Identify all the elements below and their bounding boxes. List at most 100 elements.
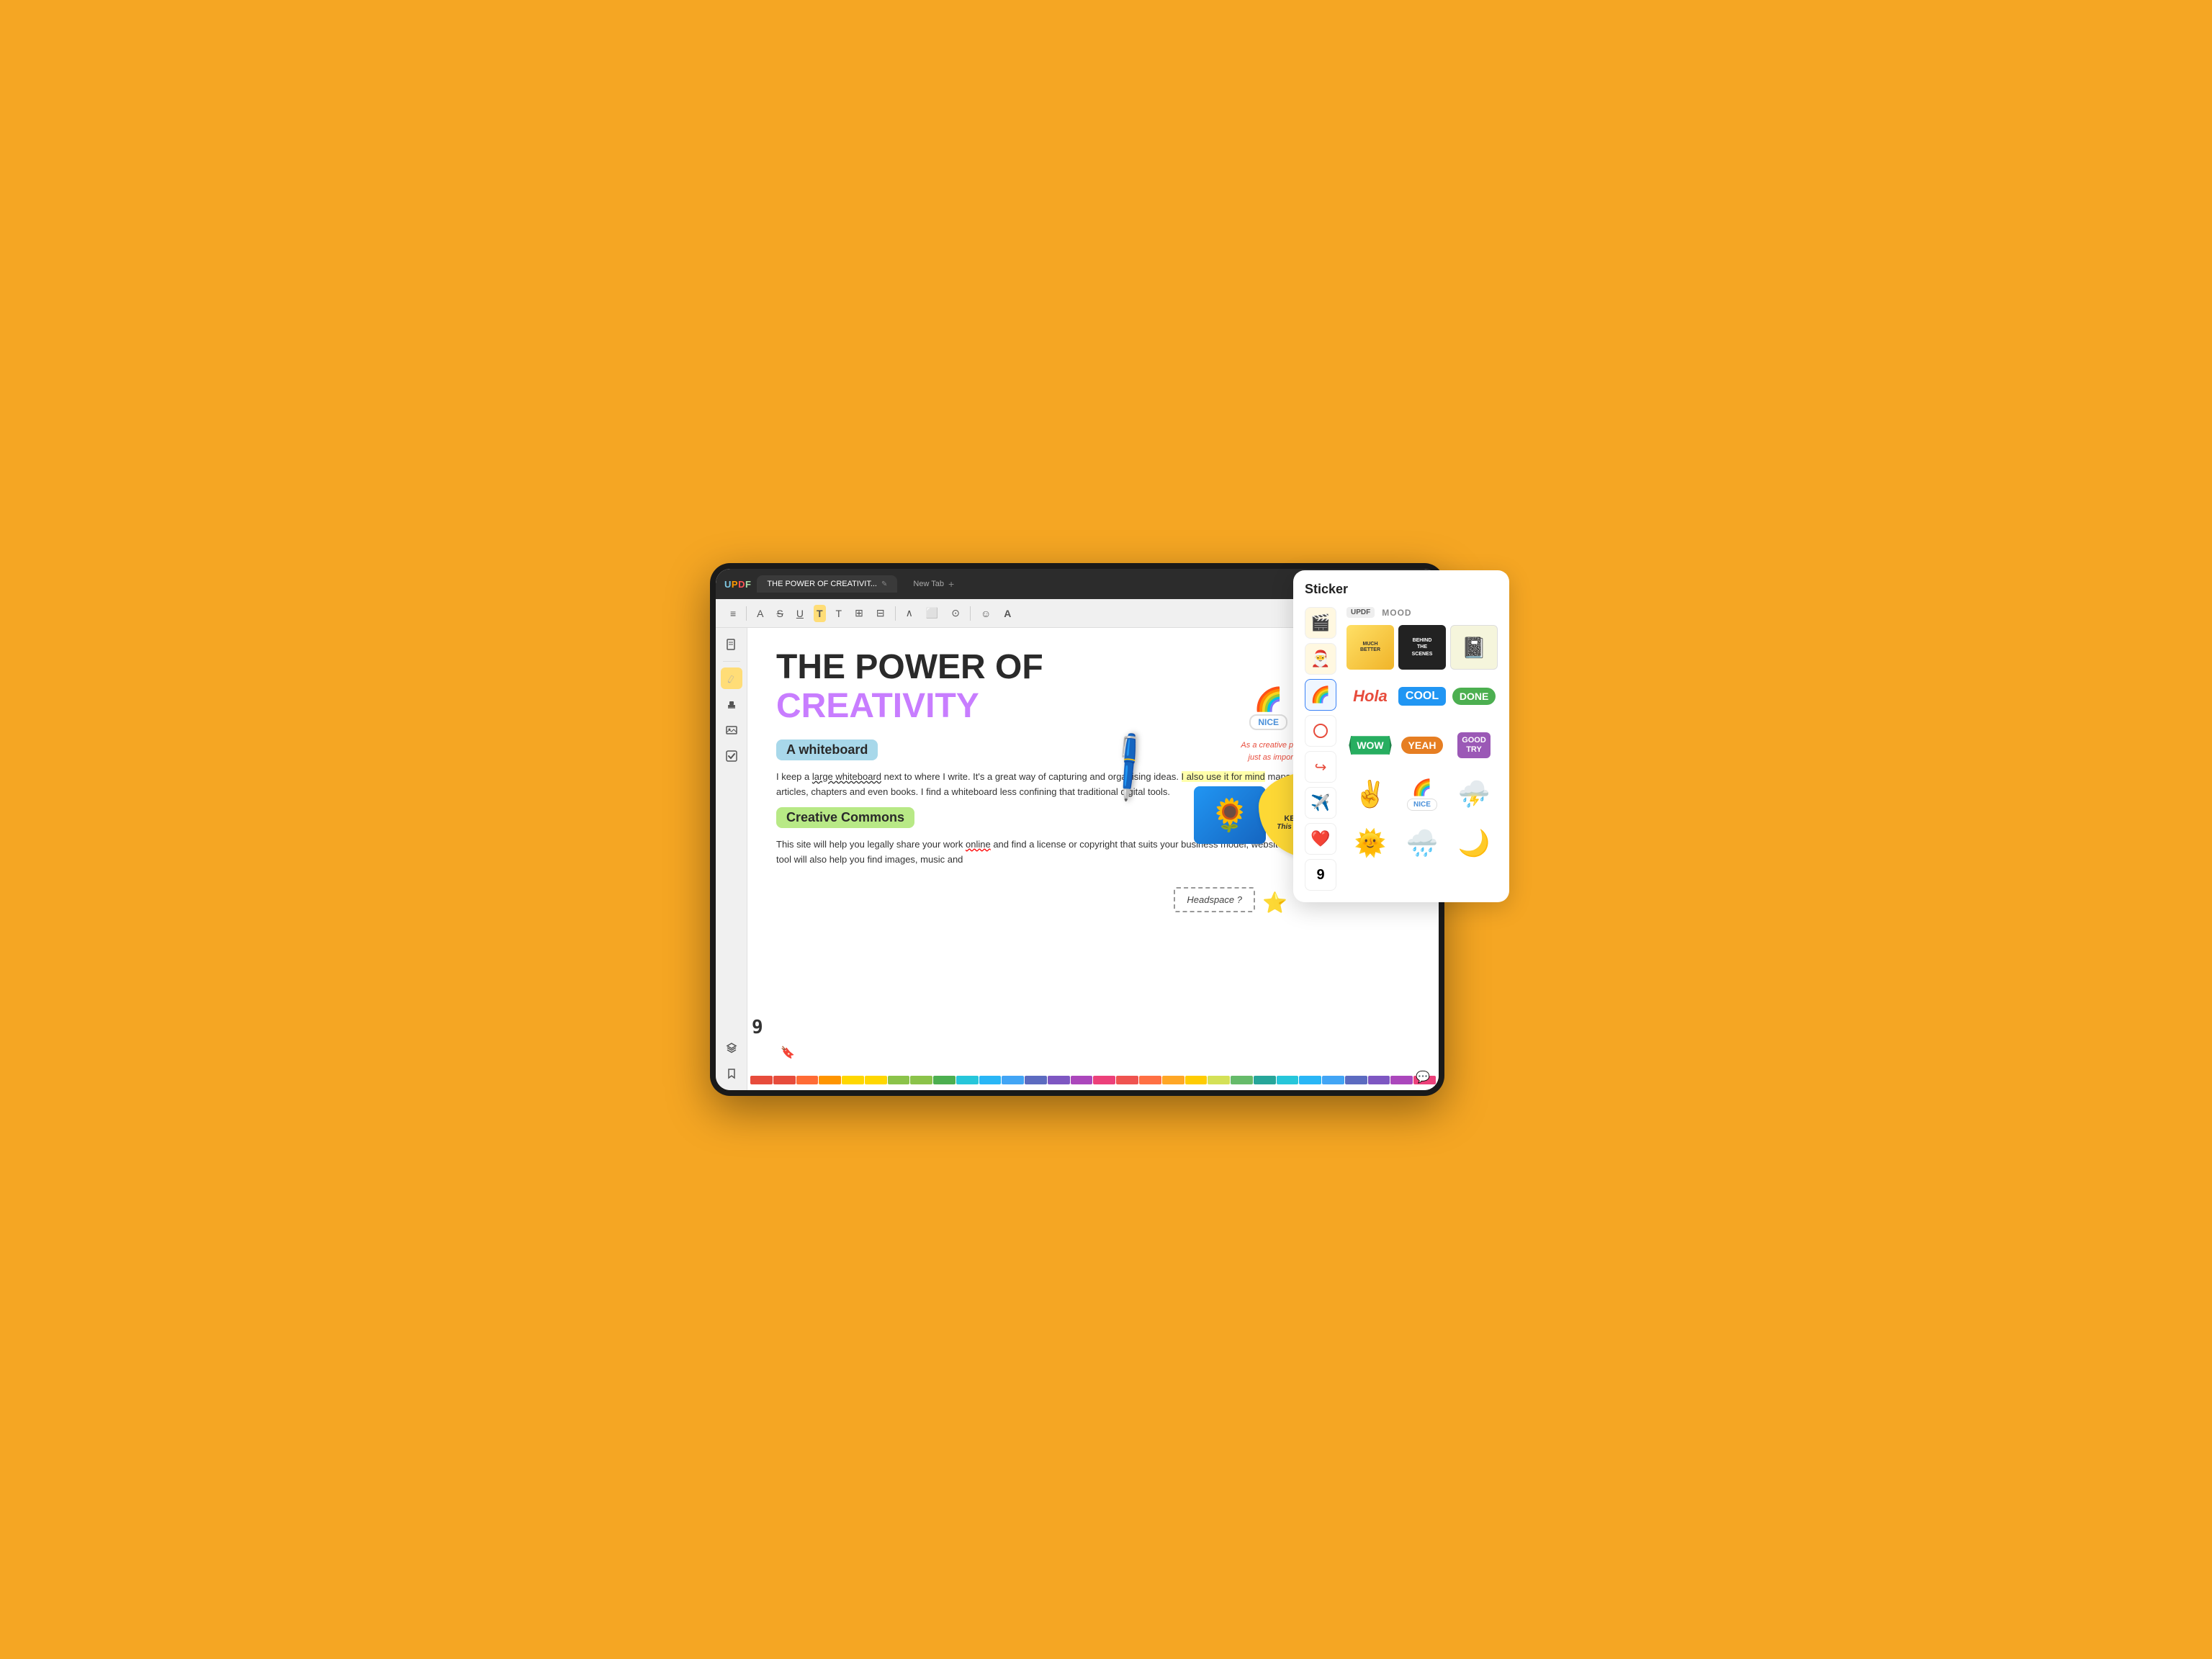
sticker-peace-hand[interactable]: ✌️ — [1346, 772, 1394, 817]
number-nine: 9 — [752, 1017, 763, 1038]
sticker-thumb-santa[interactable]: 🎅 — [1305, 643, 1336, 675]
bookmark-bottom-icon[interactable]: 🔖 — [781, 1046, 795, 1060]
color-seg — [1139, 1076, 1161, 1084]
sticker-thumb-arrow[interactable]: ↪ — [1305, 751, 1336, 783]
sticker-panel-header: UPDF MOOD — [1346, 607, 1498, 618]
sidebar-divider1 — [723, 661, 740, 662]
toolbar-btn-shape[interactable]: ⬜ — [923, 604, 941, 622]
sidebar-icon-check[interactable] — [721, 745, 742, 767]
sticker-thumb-heart[interactable]: ❤️ — [1305, 823, 1336, 855]
active-tab-label: THE POWER OF CREATIVIT... — [767, 580, 877, 588]
color-seg — [1002, 1076, 1024, 1084]
color-seg — [1322, 1076, 1344, 1084]
section1-heading: A whiteboard — [776, 739, 878, 760]
sticker-thumb-rainbow[interactable]: 🌈 — [1305, 679, 1336, 711]
section2-heading: Creative Commons — [776, 807, 914, 828]
color-seg — [910, 1076, 932, 1084]
sticker-thumb-circle[interactable] — [1305, 715, 1336, 747]
sticker-wow[interactable]: WOW — [1346, 723, 1394, 768]
toolbar-btn-strikethrough[interactable]: S — [774, 605, 786, 622]
sticker-panel: Sticker 🎬 🎅 🌈 ↪ ✈️ ❤️ 9 UPDF — [1293, 570, 1509, 902]
chat-icon[interactable]: 💬 — [1416, 1071, 1430, 1084]
sticker-moon[interactable]: 🌙 — [1450, 821, 1498, 866]
color-seg — [1093, 1076, 1115, 1084]
toolbar-btn-text2[interactable]: T — [833, 605, 845, 622]
color-seg — [1231, 1076, 1253, 1084]
inactive-tab[interactable]: New Tab + — [903, 574, 964, 594]
sidebar-icon-highlight[interactable] — [721, 667, 742, 689]
toolbar-btn-user[interactable]: ☺ — [978, 605, 994, 622]
sticker-behind-scenes[interactable]: BEHINDTHESCENES — [1398, 625, 1446, 670]
color-seg — [1208, 1076, 1230, 1084]
sticker-notepad[interactable]: 📓 — [1450, 625, 1498, 670]
sidebar-icon-pages[interactable] — [721, 634, 742, 655]
sticker-yeah[interactable]: YEAH — [1398, 723, 1446, 768]
sidebar-icon-layers[interactable] — [721, 1037, 742, 1058]
rainbow-sticker-doc: 🌈 NICE — [1249, 685, 1287, 730]
sticker-row-3: WOW YEAH GOODTRY — [1346, 723, 1498, 768]
toolbar-btn-underline[interactable]: U — [793, 605, 806, 622]
toolbar-separator — [746, 606, 747, 621]
color-seg — [796, 1076, 819, 1084]
star-element: ⭐ — [1262, 891, 1287, 914]
sticker-good-try[interactable]: GOODTRY — [1450, 723, 1498, 768]
sidebar-icon-image[interactable] — [721, 719, 742, 741]
color-seg — [1345, 1076, 1367, 1084]
sticker-cool[interactable]: COOL — [1398, 674, 1446, 719]
active-tab[interactable]: THE POWER OF CREATIVIT... ✎ — [757, 575, 897, 593]
bottom-icons: 💬 — [1416, 1070, 1430, 1084]
sticker-row-5: 🌞 🌧️ 🌙 — [1346, 821, 1498, 866]
sticker-thunder-cloud[interactable]: ⛈️ — [1450, 772, 1498, 817]
sticker-left-column: 🎬 🎅 🌈 ↪ ✈️ ❤️ 9 — [1305, 607, 1341, 891]
sticker-content-area: 🎬 🎅 🌈 ↪ ✈️ ❤️ 9 UPDF MOOD — [1305, 607, 1498, 891]
sticker-thumb-film[interactable]: 🎬 — [1305, 607, 1336, 639]
sidebar-icon-bookmark[interactable] — [721, 1063, 742, 1084]
sticker-row-2: Hola COOL DONE — [1346, 674, 1498, 719]
color-seg — [1390, 1076, 1413, 1084]
color-seg — [819, 1076, 841, 1084]
sticker-done[interactable]: DONE — [1450, 674, 1498, 719]
color-seg — [1185, 1076, 1208, 1084]
sticker-panel-title: Sticker — [1305, 582, 1498, 597]
toolbar-btn-draw[interactable]: ∧ — [903, 604, 916, 622]
sticker-row-4: ✌️ 🌈 NICE ⛈️ — [1346, 772, 1498, 817]
toolbar-separator3 — [970, 606, 971, 621]
tab-edit-icon: ✎ — [881, 580, 887, 588]
sunflower-element: 🌻 — [1194, 786, 1266, 844]
sticker-rain-cloud[interactable]: 🌧️ — [1398, 821, 1446, 866]
toolbar-btn-grid1[interactable]: ⊞ — [852, 604, 866, 622]
sticker-thumb-nine[interactable]: 9 — [1305, 859, 1336, 891]
sticker-rainbow-nice[interactable]: 🌈 NICE — [1398, 772, 1446, 817]
sticker-row-1: MUCHBETTER BEHINDTHESCENES 📓 — [1346, 625, 1498, 670]
color-seg — [1368, 1076, 1390, 1084]
color-seg — [1048, 1076, 1070, 1084]
toolbar-btn-a[interactable]: A — [754, 605, 766, 622]
headspace-note: Headspace ? — [1174, 887, 1255, 912]
sticker-sun-face[interactable]: 🌞 — [1346, 821, 1394, 866]
color-seg — [842, 1076, 864, 1084]
toolbar-separator2 — [895, 606, 896, 621]
sticker-much-better[interactable]: MUCHBETTER — [1346, 625, 1394, 670]
color-seg — [956, 1076, 979, 1084]
color-seg — [1277, 1076, 1299, 1084]
bottom-left-nav: 🔖 — [781, 1046, 795, 1060]
sticker-hola[interactable]: Hola — [1346, 674, 1394, 719]
sidebar-icon-stamp[interactable] — [721, 693, 742, 715]
app-logo: UPDF — [724, 579, 751, 590]
inactive-tab-label: New Tab — [913, 580, 944, 588]
color-seg — [773, 1076, 796, 1084]
color-seg — [933, 1076, 956, 1084]
color-seg — [888, 1076, 910, 1084]
color-seg — [1116, 1076, 1138, 1084]
color-seg — [865, 1076, 887, 1084]
sticker-main-content: UPDF MOOD MUCHBETTER BEHINDTHESCENES 📓 — [1346, 607, 1498, 891]
toolbar-btn-font[interactable]: A — [1001, 605, 1014, 622]
color-seg — [1025, 1076, 1047, 1084]
toolbar-btn-circle[interactable]: ⊙ — [948, 604, 963, 622]
toolbar-btn-comment[interactable]: ≡ — [727, 605, 739, 622]
toolbar-btn-grid2[interactable]: ⊟ — [873, 604, 888, 622]
nice-badge: NICE — [1249, 714, 1287, 730]
sticker-thumb-plane[interactable]: ✈️ — [1305, 787, 1336, 819]
color-seg — [1254, 1076, 1276, 1084]
toolbar-btn-text[interactable]: T — [814, 605, 826, 622]
